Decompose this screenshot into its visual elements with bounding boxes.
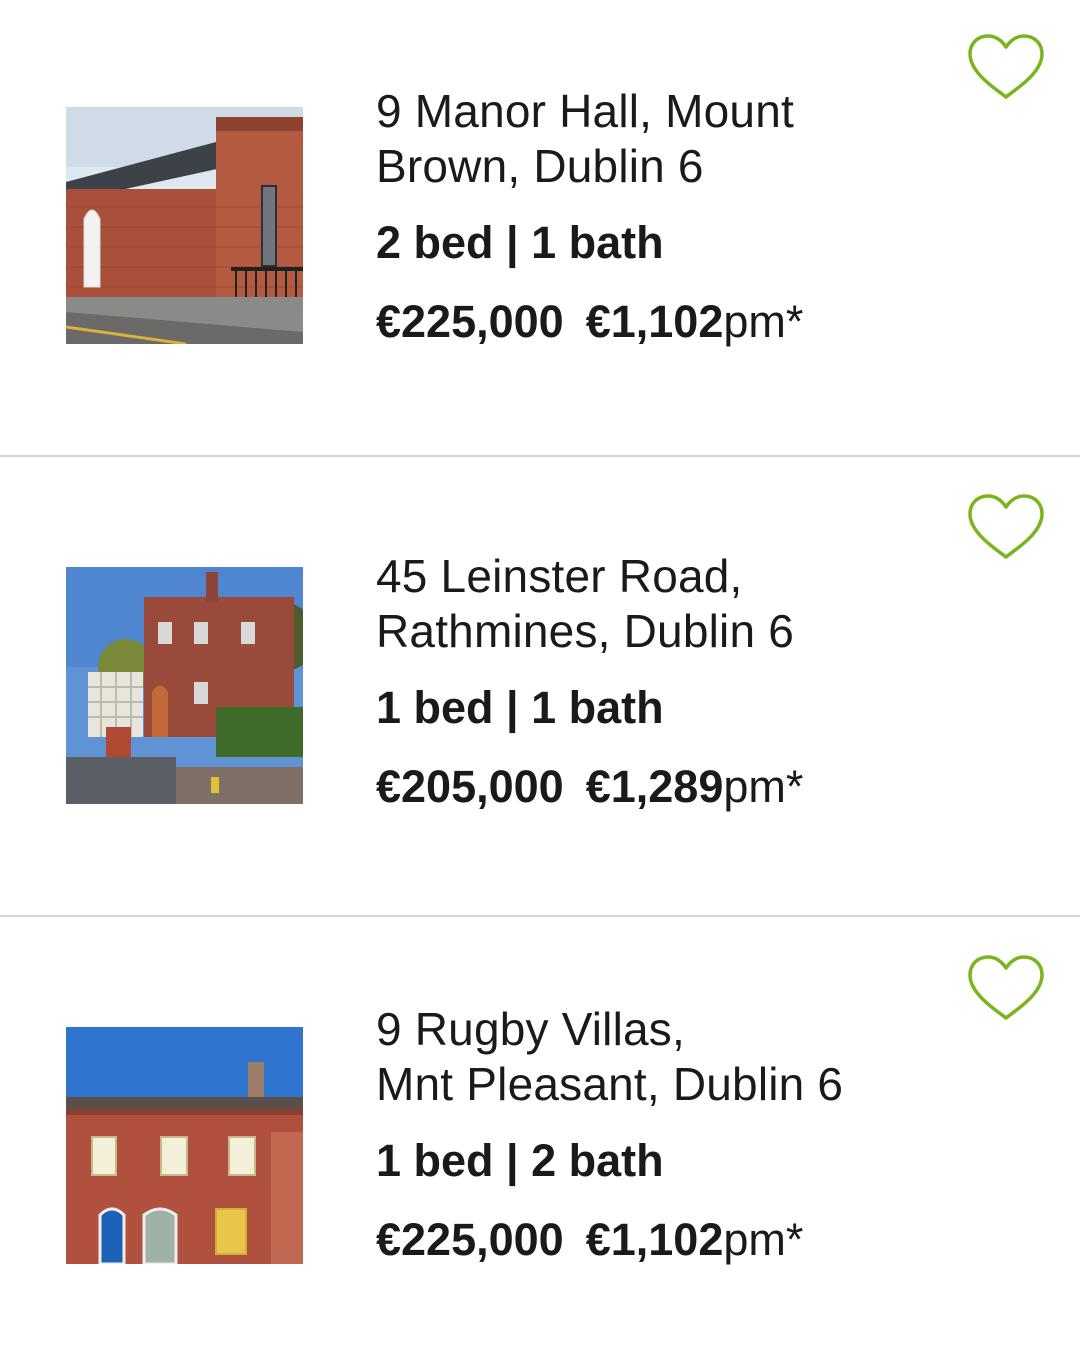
heart-outline-icon: [968, 955, 1044, 1020]
property-address[interactable]: 9 Manor Hall, Mount Brown, Dublin 6: [376, 84, 936, 194]
price-row: €225,000 €1,102pm*: [376, 296, 936, 348]
favourite-button[interactable]: [966, 493, 1046, 563]
monthly-suffix: pm*: [723, 761, 804, 812]
monthly-cost: €1,102: [585, 1214, 724, 1265]
sale-price: €205,000: [376, 761, 564, 812]
property-listing[interactable]: 9 Rugby Villas, Mnt Pleasant, Dublin 6 1…: [0, 917, 1080, 1346]
price-row: €225,000 €1,102pm*: [376, 1214, 936, 1266]
heart-outline-icon: [968, 34, 1044, 99]
address-line-2: Rathmines, Dublin 6: [376, 605, 795, 657]
bed-bath-specs: 2 bed | 1 bath: [376, 217, 664, 268]
monthly-cost: €1,102: [585, 296, 724, 347]
favourite-button[interactable]: [966, 33, 1046, 103]
monthly-suffix: pm*: [723, 1214, 804, 1265]
monthly-suffix: pm*: [723, 296, 804, 347]
sale-price: €225,000: [376, 296, 564, 347]
address-line-1: 9 Manor Hall, Mount: [376, 85, 794, 137]
address-line-2: Brown, Dublin 6: [376, 140, 704, 192]
property-listing[interactable]: 45 Leinster Road, Rathmines, Dublin 6 1 …: [0, 457, 1080, 917]
property-photo[interactable]: [66, 107, 303, 344]
property-photo[interactable]: [66, 567, 303, 804]
property-address[interactable]: 45 Leinster Road, Rathmines, Dublin 6: [376, 549, 936, 659]
favourite-button[interactable]: [966, 954, 1046, 1024]
property-listing[interactable]: 9 Manor Hall, Mount Brown, Dublin 6 2 be…: [0, 0, 1080, 457]
address-line-1: 9 Rugby Villas,: [376, 1003, 685, 1055]
bed-bath-specs: 1 bed | 2 bath: [376, 1135, 664, 1186]
property-photo[interactable]: [66, 1027, 303, 1264]
heart-outline-icon: [968, 494, 1044, 559]
address-line-2: Mnt Pleasant, Dublin 6: [376, 1058, 844, 1110]
monthly-cost: €1,289: [585, 761, 724, 812]
price-row: €205,000 €1,289pm*: [376, 761, 936, 813]
property-address[interactable]: 9 Rugby Villas, Mnt Pleasant, Dublin 6: [376, 1002, 936, 1112]
bed-bath-specs: 1 bed | 1 bath: [376, 682, 664, 733]
sale-price: €225,000: [376, 1214, 564, 1265]
address-line-1: 45 Leinster Road,: [376, 550, 743, 602]
